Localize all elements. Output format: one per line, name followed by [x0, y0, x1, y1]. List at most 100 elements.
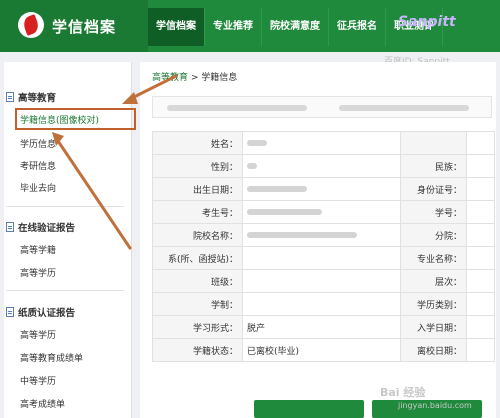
- document-icon: [6, 222, 14, 232]
- field-label: 院校名称：: [152, 223, 243, 247]
- field-label: [400, 131, 467, 155]
- blurred-text: [167, 105, 307, 111]
- sidebar-group-higher-education: 高等教育: [6, 90, 56, 104]
- nav-item-satisfaction[interactable]: 院校满意度: [262, 8, 329, 46]
- field-label-text: 系(所、函授站)：: [167, 254, 238, 265]
- field-label: 学制：: [152, 292, 243, 316]
- field-label: 入学日期：: [400, 315, 467, 339]
- field-label-text: 身份证号：: [416, 185, 462, 196]
- blurred-value: [247, 139, 267, 146]
- blurred-value: [247, 162, 257, 169]
- field-label-text: 离校日期：: [416, 346, 462, 357]
- table-row: 系(所、函授站)： 专业名称：: [152, 246, 495, 270]
- sidebar-group-paper-report: 纸质认证报告: [6, 305, 75, 319]
- field-label: 考生号：: [152, 200, 243, 224]
- annotation-highlight-box: [15, 108, 136, 130]
- site-logo[interactable]: [18, 12, 44, 38]
- field-value: [242, 200, 401, 224]
- field-value: [242, 269, 401, 293]
- field-label: 学号：: [400, 200, 467, 224]
- sidebar-item-online-enrollment[interactable]: 高等学籍: [20, 243, 56, 256]
- field-label-text: 分院：: [434, 231, 462, 242]
- field-value: [466, 131, 495, 155]
- table-row: 院校名称： 分院：: [152, 223, 495, 247]
- baidu-url: jingyan.baidu.com: [398, 401, 472, 410]
- field-value: [242, 246, 401, 270]
- table-row: 学籍状态： 已离校(毕业) 离校日期：: [152, 338, 495, 362]
- top-header: 学信档案 学信档案 专业推荐 院校满意度 征兵报名 职业测评 Sanpitt: [0, 0, 500, 52]
- flame-icon: [21, 14, 41, 36]
- sidebar-item-postgrad-info[interactable]: 考研信息: [20, 159, 56, 172]
- field-label-text: 入学日期：: [416, 323, 462, 334]
- field-value: [466, 338, 495, 362]
- sidebar-item-degree-info[interactable]: 学历信息: [20, 137, 56, 150]
- document-icon: [6, 307, 14, 317]
- breadcrumb: 高等教育 > 学籍信息: [152, 70, 237, 83]
- field-value: [466, 315, 495, 339]
- field-value: 脱产: [242, 315, 401, 339]
- field-label-text: 层次：: [434, 277, 462, 288]
- field-value: [242, 223, 401, 247]
- field-label: 学历类别：: [400, 292, 467, 316]
- field-label-text: 姓名：: [210, 139, 238, 150]
- field-value: [466, 246, 495, 270]
- field-value-text: 脱产: [247, 323, 266, 334]
- blurred-value: [247, 208, 322, 215]
- field-label-text: 学习形式：: [192, 323, 238, 334]
- field-value: [466, 154, 495, 178]
- field-value-text: 已离校(毕业): [247, 346, 300, 357]
- baidu-watermark: Bai 经验: [380, 386, 426, 399]
- blurred-value: [247, 231, 357, 238]
- field-label: 离校日期：: [400, 338, 467, 362]
- field-label-text: 专业名称：: [416, 254, 462, 265]
- sidebar-item-online-degree[interactable]: 高等学历: [20, 266, 56, 279]
- field-label: 身份证号：: [400, 177, 467, 201]
- field-label-text: 院校名称：: [192, 231, 238, 242]
- sidebar-item-graduate-destination[interactable]: 毕业去向: [20, 181, 56, 194]
- field-value: 已离校(毕业): [242, 338, 401, 362]
- field-label: 民族：: [400, 154, 467, 178]
- table-row: 姓名：: [152, 131, 495, 155]
- field-label-text: 学籍状态：: [192, 346, 238, 357]
- field-label: 性别：: [152, 154, 243, 178]
- site-title: 学信档案: [52, 18, 117, 36]
- sidebar-item-paper-transcript[interactable]: 高等教育成绩单: [20, 351, 83, 364]
- field-value: [466, 177, 495, 201]
- sidebar-item-paper-degree[interactable]: 高等学历: [20, 328, 56, 341]
- field-value: [466, 200, 495, 224]
- field-label-text: 学号：: [434, 208, 462, 219]
- field-label-text: 出生日期：: [192, 185, 238, 196]
- field-label: 分院：: [400, 223, 467, 247]
- field-label-text: 班级：: [210, 277, 238, 288]
- field-value: [466, 269, 495, 293]
- blurred-info-row: [152, 96, 492, 118]
- table-row: 性别： 民族：: [152, 154, 495, 178]
- sidebar-item-secondary-degree[interactable]: 中等学历: [20, 374, 56, 387]
- field-value: [242, 292, 401, 316]
- table-row: 考生号： 学号：: [152, 200, 495, 224]
- table-row: 学制： 学历类别：: [152, 292, 495, 316]
- field-label-text: 学制：: [210, 300, 238, 311]
- watermark-logo: Sanpitt: [398, 14, 456, 30]
- table-row: 班级： 层次：: [152, 269, 495, 293]
- enrollment-info-table: 姓名： 性别： 民族： 出生日期： 身份证号： 考生号： 学号： 院校名称： 分院： 系(所、函授…: [152, 131, 495, 362]
- nav-item-archive[interactable]: 学信档案: [148, 8, 205, 46]
- action-button[interactable]: [254, 400, 364, 418]
- field-label: 系(所、函授站)：: [152, 246, 243, 270]
- sidebar-item-gaokao-transcript[interactable]: 高考成绩单: [20, 397, 65, 410]
- field-label: 专业名称：: [400, 246, 467, 270]
- field-label: 出生日期：: [152, 177, 243, 201]
- field-value: [242, 177, 401, 201]
- breadcrumb-separator: >: [188, 73, 202, 83]
- field-label-text: 性别：: [210, 162, 238, 173]
- nav-item-enlist[interactable]: 征兵报名: [329, 8, 386, 46]
- field-value: [466, 292, 495, 316]
- breadcrumb-home[interactable]: 高等教育: [152, 73, 188, 83]
- table-row: 出生日期： 身份证号：: [152, 177, 495, 201]
- field-value: [242, 154, 401, 178]
- nav-item-major[interactable]: 专业推荐: [205, 8, 262, 46]
- sidebar-group-online-report: 在线验证报告: [6, 220, 75, 234]
- field-value: [466, 223, 495, 247]
- field-label-text: 民族：: [434, 162, 462, 173]
- sidebar-divider: [6, 290, 124, 291]
